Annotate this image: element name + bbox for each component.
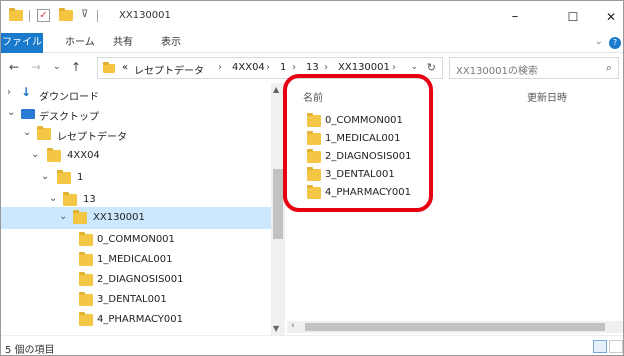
back-arrow-icon[interactable]: ← [9, 60, 19, 74]
folder-icon [47, 148, 61, 162]
scrollbar-thumb[interactable] [273, 169, 283, 239]
highlight-annotation [283, 74, 433, 212]
minimize-button[interactable]: – [499, 5, 531, 29]
tree-item-label: 1_MEDICAL001 [97, 254, 173, 265]
breadcrumb-overflow[interactable]: « [122, 62, 128, 73]
properties-icon[interactable]: ✓ [37, 9, 50, 22]
tree-item-label: 4_PHARMACY001 [97, 314, 183, 325]
breadcrumb-separator[interactable]: › [292, 62, 296, 73]
folder-icon [37, 126, 51, 140]
download-icon: ↓ [21, 85, 32, 99]
tree-item-label: 2_DIAGNOSIS001 [97, 274, 184, 285]
folder-icon [9, 8, 23, 21]
breadcrumb-separator[interactable]: › [266, 62, 270, 73]
tree-item-medical[interactable]: 1_MEDICAL001 [1, 249, 271, 271]
tree-item-pharmacy[interactable]: 4_PHARMACY001 [1, 309, 271, 331]
explorer-window: ✓ ⊽ XX130001 – ☐ ✕ ファイル ホーム 共有 表示 ⌄ ? ← … [0, 0, 624, 356]
tree-item-1[interactable]: ⌄ 1 [1, 167, 271, 189]
up-arrow-icon[interactable]: ↑ [71, 60, 81, 74]
tree-item-label: 1 [77, 172, 84, 183]
tree-item-receipt-data[interactable]: ⌄ レセプトデータ [1, 123, 271, 145]
column-header-modified[interactable]: 更新日時 [527, 89, 567, 104]
content-horizontal-scrollbar[interactable]: ‹ [287, 321, 623, 333]
breadcrumb-separator[interactable]: › [218, 62, 222, 73]
tree-item-label: XX130001 [93, 212, 145, 223]
tree-item-label: デスクトップ [39, 112, 99, 123]
folder-icon [79, 292, 93, 306]
tree-item-label: 0_COMMON001 [97, 234, 175, 245]
breadcrumb-item[interactable]: レセプトデータ [134, 62, 204, 77]
folder-icon [79, 252, 93, 266]
breadcrumb-item[interactable]: 13 [306, 62, 319, 73]
ribbon-expand-chevron-icon[interactable]: ⌄ [595, 36, 603, 47]
tree-item-label: ダウンロード [39, 92, 99, 103]
help-icon[interactable]: ? [609, 37, 621, 49]
status-bar: 5 個の項目 [1, 335, 623, 356]
folder-icon [79, 232, 93, 246]
folder-icon [79, 312, 93, 326]
tab-file[interactable]: ファイル [1, 33, 43, 53]
recent-locations-chevron-icon[interactable]: ⌄ [53, 62, 61, 72]
scroll-left-arrow-icon[interactable]: ‹ [291, 321, 295, 331]
folder-icon [103, 62, 115, 73]
folder-icon [73, 210, 87, 224]
tree-item-label: 3_DENTAL001 [97, 294, 167, 305]
search-icon[interactable]: ⌕ [606, 61, 612, 75]
tab-view[interactable]: 表示 [161, 33, 181, 53]
expand-chevron-icon[interactable]: ⌄ [49, 193, 57, 204]
tree-item-label: 4XX04 [67, 150, 100, 161]
desktop-icon [21, 108, 35, 119]
expand-chevron-icon[interactable]: ⌄ [41, 171, 49, 182]
tree-item-common[interactable]: 0_COMMON001 [1, 229, 271, 251]
scrollbar-thumb[interactable] [305, 323, 605, 331]
tree-item-label: 13 [83, 194, 96, 205]
breadcrumb-separator[interactable]: › [392, 62, 396, 73]
tree-item-4xx04[interactable]: ⌄ 4XX04 [1, 145, 271, 167]
new-folder-icon[interactable] [59, 8, 73, 21]
folder-icon [79, 272, 93, 286]
tree-item-dental[interactable]: 3_DENTAL001 [1, 289, 271, 311]
details-view-icon[interactable] [593, 340, 607, 353]
maximize-button[interactable]: ☐ [557, 5, 589, 29]
separator [29, 10, 30, 22]
folder-icon [63, 192, 77, 206]
folder-icon [57, 170, 71, 184]
scroll-up-arrow-icon[interactable]: ▲ [273, 85, 279, 94]
separator [97, 10, 98, 22]
tab-home[interactable]: ホーム [65, 33, 95, 53]
item-count: 5 個の項目 [5, 345, 55, 356]
title-bar: ✓ ⊽ XX130001 – ☐ ✕ [1, 1, 623, 33]
expand-chevron-icon[interactable]: › [7, 87, 11, 98]
expand-chevron-icon[interactable]: ⌄ [31, 149, 39, 160]
breadcrumb-item[interactable]: XX130001 [338, 62, 390, 73]
expand-chevron-icon[interactable]: ⌄ [7, 107, 15, 118]
tree-item-downloads[interactable]: › ↓ ダウンロード [1, 83, 271, 105]
tab-share[interactable]: 共有 [113, 33, 133, 53]
tree-item-label: レセプトデータ [57, 132, 127, 143]
refresh-icon[interactable]: ↻ [427, 61, 436, 74]
tree-item-diagnosis[interactable]: 2_DIAGNOSIS001 [1, 269, 271, 291]
navigation-pane: › ↓ ダウンロード ⌄ デスクトップ ⌄ レセプトデータ ⌄ 4XX04 ⌄ … [1, 83, 285, 335]
search-box[interactable]: XX130001の検索 ⌕ [449, 57, 619, 79]
expand-chevron-icon[interactable]: ⌄ [23, 127, 31, 138]
breadcrumb-item[interactable]: 4XX04 [232, 62, 265, 73]
tree-item-xx130001[interactable]: ⌄ XX130001 [1, 207, 271, 229]
breadcrumb-separator[interactable]: › [324, 62, 328, 73]
close-button[interactable]: ✕ [595, 5, 623, 29]
scroll-down-arrow-icon[interactable]: ▼ [273, 324, 279, 333]
search-placeholder: XX130001の検索 [456, 66, 538, 77]
window-title: XX130001 [119, 10, 171, 21]
expand-chevron-icon[interactable]: ⌄ [59, 211, 67, 222]
breadcrumb-item[interactable]: 1 [280, 62, 286, 73]
address-dropdown-icon[interactable]: ⌄ [410, 62, 418, 72]
tree-item-desktop[interactable]: ⌄ デスクトップ [1, 103, 271, 125]
quick-access-dropdown-icon[interactable]: ⊽ [81, 9, 88, 20]
large-icons-view-icon[interactable] [609, 340, 623, 353]
forward-arrow-icon[interactable]: → [31, 60, 41, 74]
ribbon-tabs: ファイル ホーム 共有 表示 ⌄ ? [1, 33, 623, 53]
